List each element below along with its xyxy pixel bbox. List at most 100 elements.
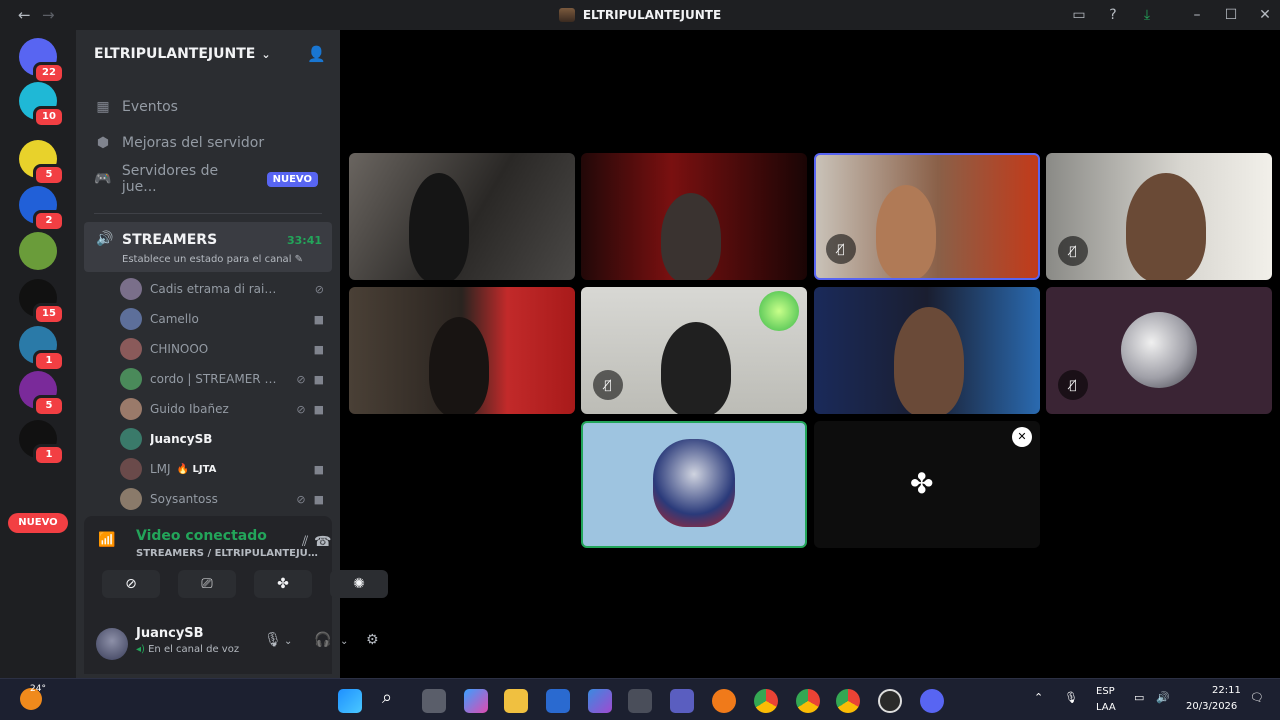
muted-mic-icon: 🎙̸ (1058, 370, 1088, 400)
disconnect-icon[interactable]: ☎ (314, 534, 331, 550)
task-view-icon[interactable] (422, 689, 446, 713)
headphones-options-chevron-icon[interactable]: ⌄ (340, 636, 348, 647)
chrome-icon[interactable] (754, 689, 778, 713)
channel-status-prompt[interactable]: Establece un estado para el canal ✎ (122, 254, 303, 265)
server-header[interactable]: ELTRIPULANTEJUNTE ⌄ 👤 (76, 30, 340, 78)
muted-mic-icon: ⊘ (314, 282, 324, 296)
language-indicator[interactable]: ESP (1096, 686, 1115, 697)
start-icon[interactable] (338, 689, 362, 713)
server-icon-server-4[interactable] (19, 232, 57, 270)
close-window-icon[interactable]: ✕ (1253, 0, 1277, 30)
microphone-icon[interactable]: 🎙 (1064, 691, 1078, 704)
notifications-icon[interactable]: 🗨 (1250, 691, 1264, 704)
voice-member[interactable]: JuancySB (120, 424, 330, 454)
participant-video (1126, 173, 1206, 280)
voice-member[interactable]: Cadis etrama di raizel ⊘ (120, 274, 330, 304)
chrome-icon[interactable] (836, 689, 860, 713)
copilot-icon[interactable] (464, 689, 488, 713)
network-icon[interactable]: ▭ (1134, 691, 1144, 704)
chrome-icon[interactable] (796, 689, 820, 713)
store-icon[interactable] (628, 689, 652, 713)
video-tile[interactable] (581, 153, 807, 280)
maximize-icon[interactable]: ☐ (1219, 0, 1243, 30)
server-icon-server-7[interactable]: 5 (19, 371, 65, 417)
camera-on-icon: ■ (313, 312, 324, 326)
voice-member[interactable]: Camello ■ (120, 304, 330, 334)
avatar[interactable] (96, 628, 128, 660)
obs-icon[interactable] (878, 689, 902, 713)
file-explorer-icon[interactable] (504, 689, 528, 713)
nav-item[interactable]: ▦ Eventos (94, 92, 334, 122)
participant-video (429, 317, 489, 414)
member-name: Soysantoss (150, 492, 218, 506)
noise-suppression-icon[interactable]: ⫽ (302, 534, 308, 550)
chevron-up-icon[interactable]: ⌃ (1034, 691, 1043, 704)
activity-tile[interactable]: ✕ ✤ (814, 421, 1040, 548)
activities-button[interactable]: ✤ (254, 570, 312, 598)
calendar-icon: ▦ (96, 99, 110, 115)
voice-channel-streamers[interactable]: 🔊 STREAMERS 33:41 Establece un estado pa… (84, 222, 332, 272)
video-tile-speaking[interactable] (581, 421, 807, 548)
search-icon[interactable]: ⌕ (382, 687, 392, 708)
voice-member[interactable]: LMJ 🔥 LJTA ■ (120, 454, 330, 484)
camera-on-icon: ■ (313, 492, 324, 506)
nav-item[interactable]: 🎮 Servidores de jue... NUEVO (94, 163, 334, 195)
discord-icon[interactable] (920, 689, 944, 713)
activities-icon: ✤ (277, 576, 289, 592)
voice-member[interactable]: CHINOOO ■ (120, 334, 330, 364)
settings-gear-icon[interactable]: ⚙ (366, 632, 379, 648)
speaker-icon: 🔊 (96, 231, 114, 247)
soundboard-icon: ✺ (353, 576, 365, 592)
muted-mic-icon: ⊘ (296, 372, 306, 386)
voice-member[interactable]: Guido Ibañez ⊘ ■ (120, 394, 330, 424)
unread-badge: 15 (33, 303, 65, 325)
help-icon[interactable]: ? (1101, 0, 1125, 30)
camera-toggle-button[interactable]: ⊘ (102, 570, 160, 598)
soundboard-button[interactable]: ✺ (330, 570, 388, 598)
server-icon-server-2[interactable]: 5 (19, 140, 65, 186)
member-name: LMJ (150, 462, 171, 476)
screen-share-button[interactable]: ⎚ (178, 570, 236, 598)
nav-item[interactable]: ⬢ Mejoras del servidor (94, 128, 334, 158)
minimize-icon[interactable]: – (1185, 0, 1209, 30)
video-tile-avatar[interactable]: 🎙̸ (1046, 287, 1272, 414)
teams-icon[interactable] (670, 689, 694, 713)
mic-options-chevron-icon[interactable]: ⌄ (284, 636, 292, 647)
avast-icon[interactable] (712, 689, 736, 713)
member-status-icons: ■ (314, 463, 330, 476)
voice-connected-subtitle[interactable]: STREAMERS / ELTRIPULANTEJUNTE... (136, 548, 320, 559)
m365-icon[interactable] (588, 689, 612, 713)
clock-time[interactable]: 22:11 (1212, 685, 1241, 696)
server-icon-server-3[interactable]: 2 (19, 186, 65, 232)
server-icon-server-1[interactable]: 10 (19, 82, 65, 128)
participant-video (876, 185, 936, 278)
volume-icon[interactable]: 🔊 (1156, 691, 1170, 704)
new-server-pill[interactable]: NUEVO (8, 513, 68, 533)
signal-icon[interactable]: 📶 (98, 532, 115, 548)
server-icon-home[interactable]: 22 (19, 38, 65, 84)
voice-member[interactable]: cordo | STREAMER | ... ⊘ ■ (120, 364, 330, 394)
close-icon[interactable]: ✕ (1012, 427, 1032, 447)
video-tile[interactable] (349, 153, 575, 280)
invite-user-icon[interactable]: 👤 (307, 45, 326, 63)
unread-badge: 22 (33, 62, 65, 84)
inbox-icon[interactable]: ▭ (1067, 0, 1091, 30)
headphones-icon[interactable]: 🎧 (314, 632, 331, 648)
video-tile[interactable]: 🎙̸ (1046, 153, 1272, 280)
microphone-icon[interactable]: 🎙 (264, 632, 282, 648)
download-icon[interactable]: ⤓ (1135, 0, 1159, 30)
mail-icon[interactable] (546, 689, 570, 713)
member-tag: 🔥 LJTA (176, 463, 217, 475)
member-status-icons: ⊘ ■ (296, 403, 330, 416)
server-icon-server-6[interactable]: 1 (19, 326, 65, 372)
video-tile-speaking[interactable]: 🎙̸ (814, 153, 1040, 280)
activities-icon: ✤ (910, 467, 934, 500)
video-tile[interactable] (349, 287, 575, 414)
server-icon-server-8[interactable]: 1 (19, 420, 65, 466)
video-tile[interactable]: 🎙̸ (581, 287, 807, 414)
user-status: ◂) En el canal de voz (136, 644, 239, 655)
clock-date[interactable]: 20/3/2026 (1186, 701, 1237, 712)
server-icon-server-5[interactable]: 15 (19, 279, 65, 325)
voice-member[interactable]: Soysantoss ⊘ ■ (120, 484, 330, 514)
video-tile[interactable] (814, 287, 1040, 414)
